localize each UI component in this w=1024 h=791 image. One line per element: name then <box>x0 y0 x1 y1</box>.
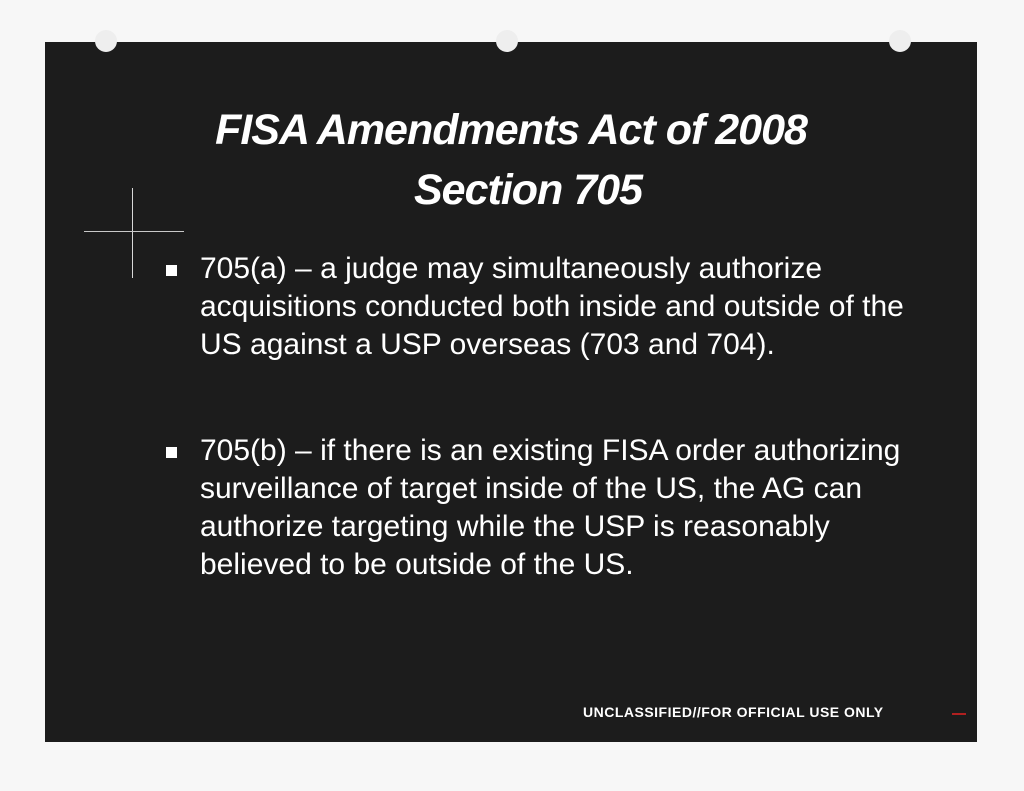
punch-hole <box>95 30 117 52</box>
title-line-1: FISA Amendments Act of 2008 <box>215 106 808 154</box>
strike-mark <box>952 713 966 715</box>
bullet-text: 705(b) – if there is an existing FISA or… <box>200 434 901 581</box>
bullet-list: 705(a) – a judge may simultaneously auth… <box>158 250 938 652</box>
punch-hole <box>889 30 911 52</box>
bullet-text: 705(a) – a judge may simultaneously auth… <box>200 252 904 361</box>
punch-hole <box>496 30 518 52</box>
square-bullet-icon <box>166 265 177 276</box>
classification-marking: UNCLASSIFIED//FOR OFFICIAL USE ONLY <box>583 704 884 720</box>
scanned-page: FISA Amendments Act of 2008 Section 705 … <box>0 0 1024 791</box>
crosshair-mark <box>84 231 184 232</box>
slide-title: FISA Amendments Act of 2008 Section 705 <box>45 100 977 220</box>
square-bullet-icon <box>166 447 177 458</box>
title-line-2: Section 705 <box>414 166 643 214</box>
bullet-item: 705(a) – a judge may simultaneously auth… <box>158 250 938 364</box>
bullet-item: 705(b) – if there is an existing FISA or… <box>158 432 938 584</box>
